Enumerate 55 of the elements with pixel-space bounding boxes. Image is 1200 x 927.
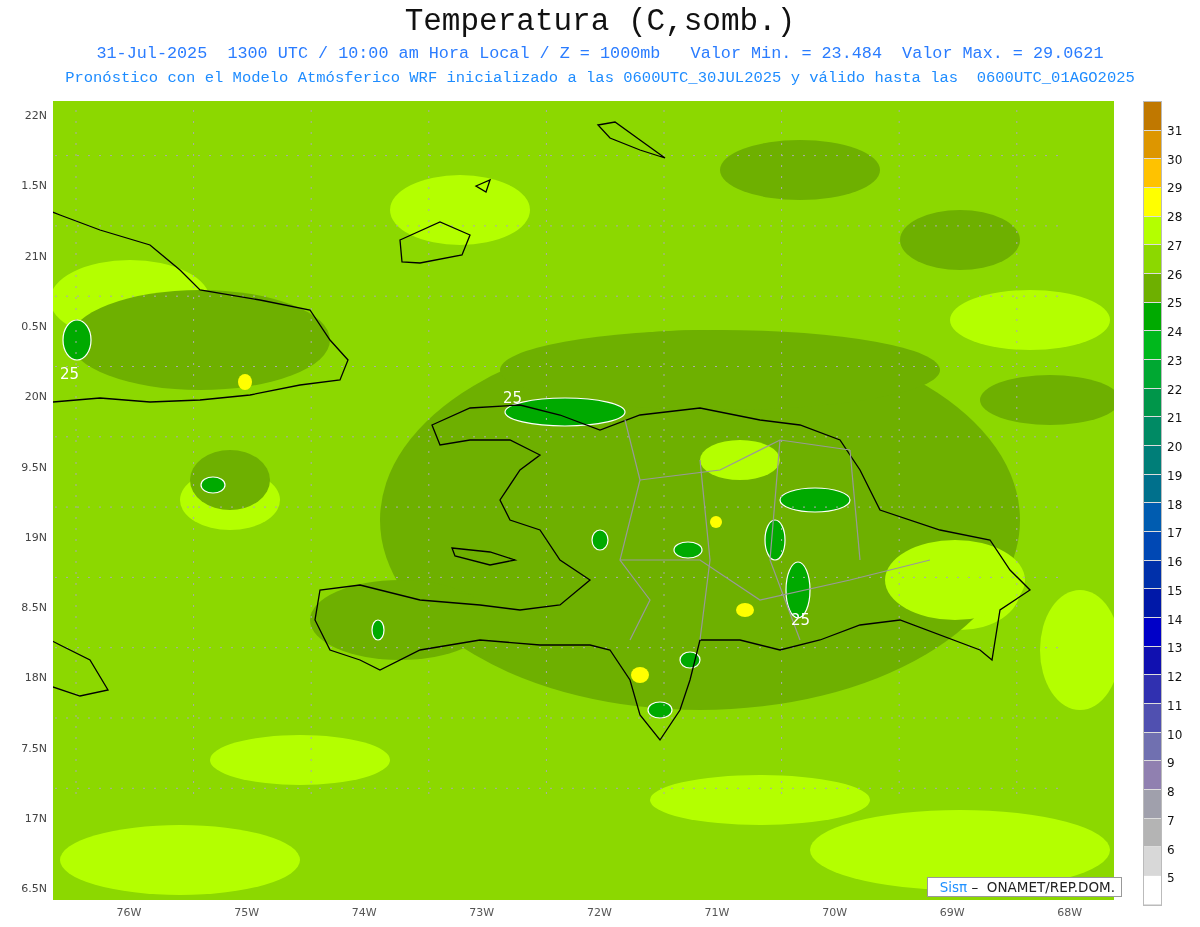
- scale-label: 19: [1167, 469, 1183, 482]
- longitude-label: 72W: [586, 905, 612, 921]
- longitude-label: 76W: [116, 905, 142, 921]
- scale-label: 15: [1167, 584, 1183, 597]
- scale-label: 7: [1167, 814, 1175, 827]
- scale-label: 31: [1167, 124, 1183, 137]
- scale-label: 30: [1167, 153, 1183, 166]
- scale-label: 6: [1167, 843, 1175, 856]
- scale-label: 16: [1167, 556, 1183, 568]
- latitude-label: 22N: [24, 110, 47, 122]
- latitude-label: 18N: [24, 672, 47, 685]
- latitude-label: 0.5N: [21, 320, 47, 333]
- scale-label: 14: [1167, 613, 1183, 626]
- scale-label: 21: [1167, 412, 1183, 425]
- latitude-label: 20N: [24, 391, 47, 404]
- scale-label: 24: [1167, 326, 1183, 338]
- scale-label: 20: [1167, 441, 1183, 453]
- scale-label: 29: [1167, 182, 1183, 195]
- credit-label: Sisπ – ONAMET/REP.DOM.: [926, 877, 1122, 897]
- latitude-label: 8.5N: [21, 602, 47, 615]
- contour-label: 25: [60, 366, 80, 382]
- longitude-label: 68W: [1057, 905, 1083, 921]
- subtitle-line: 31-Jul-2025 1300 UTC / 10:00 am Hora Local / Z = 1000mb Valor Min. = 23.484 Valor Max. = 29.0621: [96, 43, 1104, 64]
- scale-label: 27: [1167, 239, 1183, 252]
- subtitle-line: Pronóstico con el Modelo Atmósferico WRF inicializado a las 0600UTC_30JUL2025 y válido hasta las 0600UTC_01AGO2025: [65, 68, 1135, 89]
- longitude-label: 73W: [469, 905, 495, 921]
- longitude-label: 71W: [704, 905, 730, 921]
- scale-label: 17: [1167, 527, 1183, 540]
- scale-label: 25: [1167, 297, 1183, 310]
- latitude-label: 17N: [24, 813, 47, 825]
- chart-title: Temperatura (C,somb.): [404, 3, 796, 41]
- scale-label: 26: [1167, 268, 1183, 281]
- scale-label: 8: [1167, 786, 1175, 798]
- latitude-label: 19N: [24, 531, 47, 544]
- scale-label: 9: [1167, 757, 1175, 770]
- longitude-label: 74W: [351, 905, 377, 921]
- scale-label: 18: [1167, 498, 1183, 511]
- latitude-label: 9.5N: [21, 461, 47, 474]
- scale-label: 23: [1167, 354, 1183, 367]
- scale-label: 28: [1167, 211, 1183, 223]
- scale-label: 22: [1167, 383, 1183, 396]
- longitude-label: 69W: [939, 905, 965, 921]
- latitude-label: 21N: [24, 250, 47, 263]
- scale-label: 10: [1167, 728, 1183, 741]
- latitude-label: 1.5N: [21, 180, 47, 193]
- contour-label: 25: [503, 390, 523, 406]
- scale-label: 13: [1167, 642, 1183, 655]
- longitude-label: 75W: [234, 905, 260, 921]
- latitude-label: 6.5N: [21, 883, 47, 896]
- contour-label: 25: [791, 612, 811, 628]
- scale-label: 5: [1167, 872, 1175, 885]
- latitude-label: 7.5N: [21, 742, 47, 755]
- scale-label: 12: [1167, 671, 1183, 683]
- scale-label: 11: [1167, 699, 1183, 712]
- longitude-label: 70W: [822, 905, 848, 921]
